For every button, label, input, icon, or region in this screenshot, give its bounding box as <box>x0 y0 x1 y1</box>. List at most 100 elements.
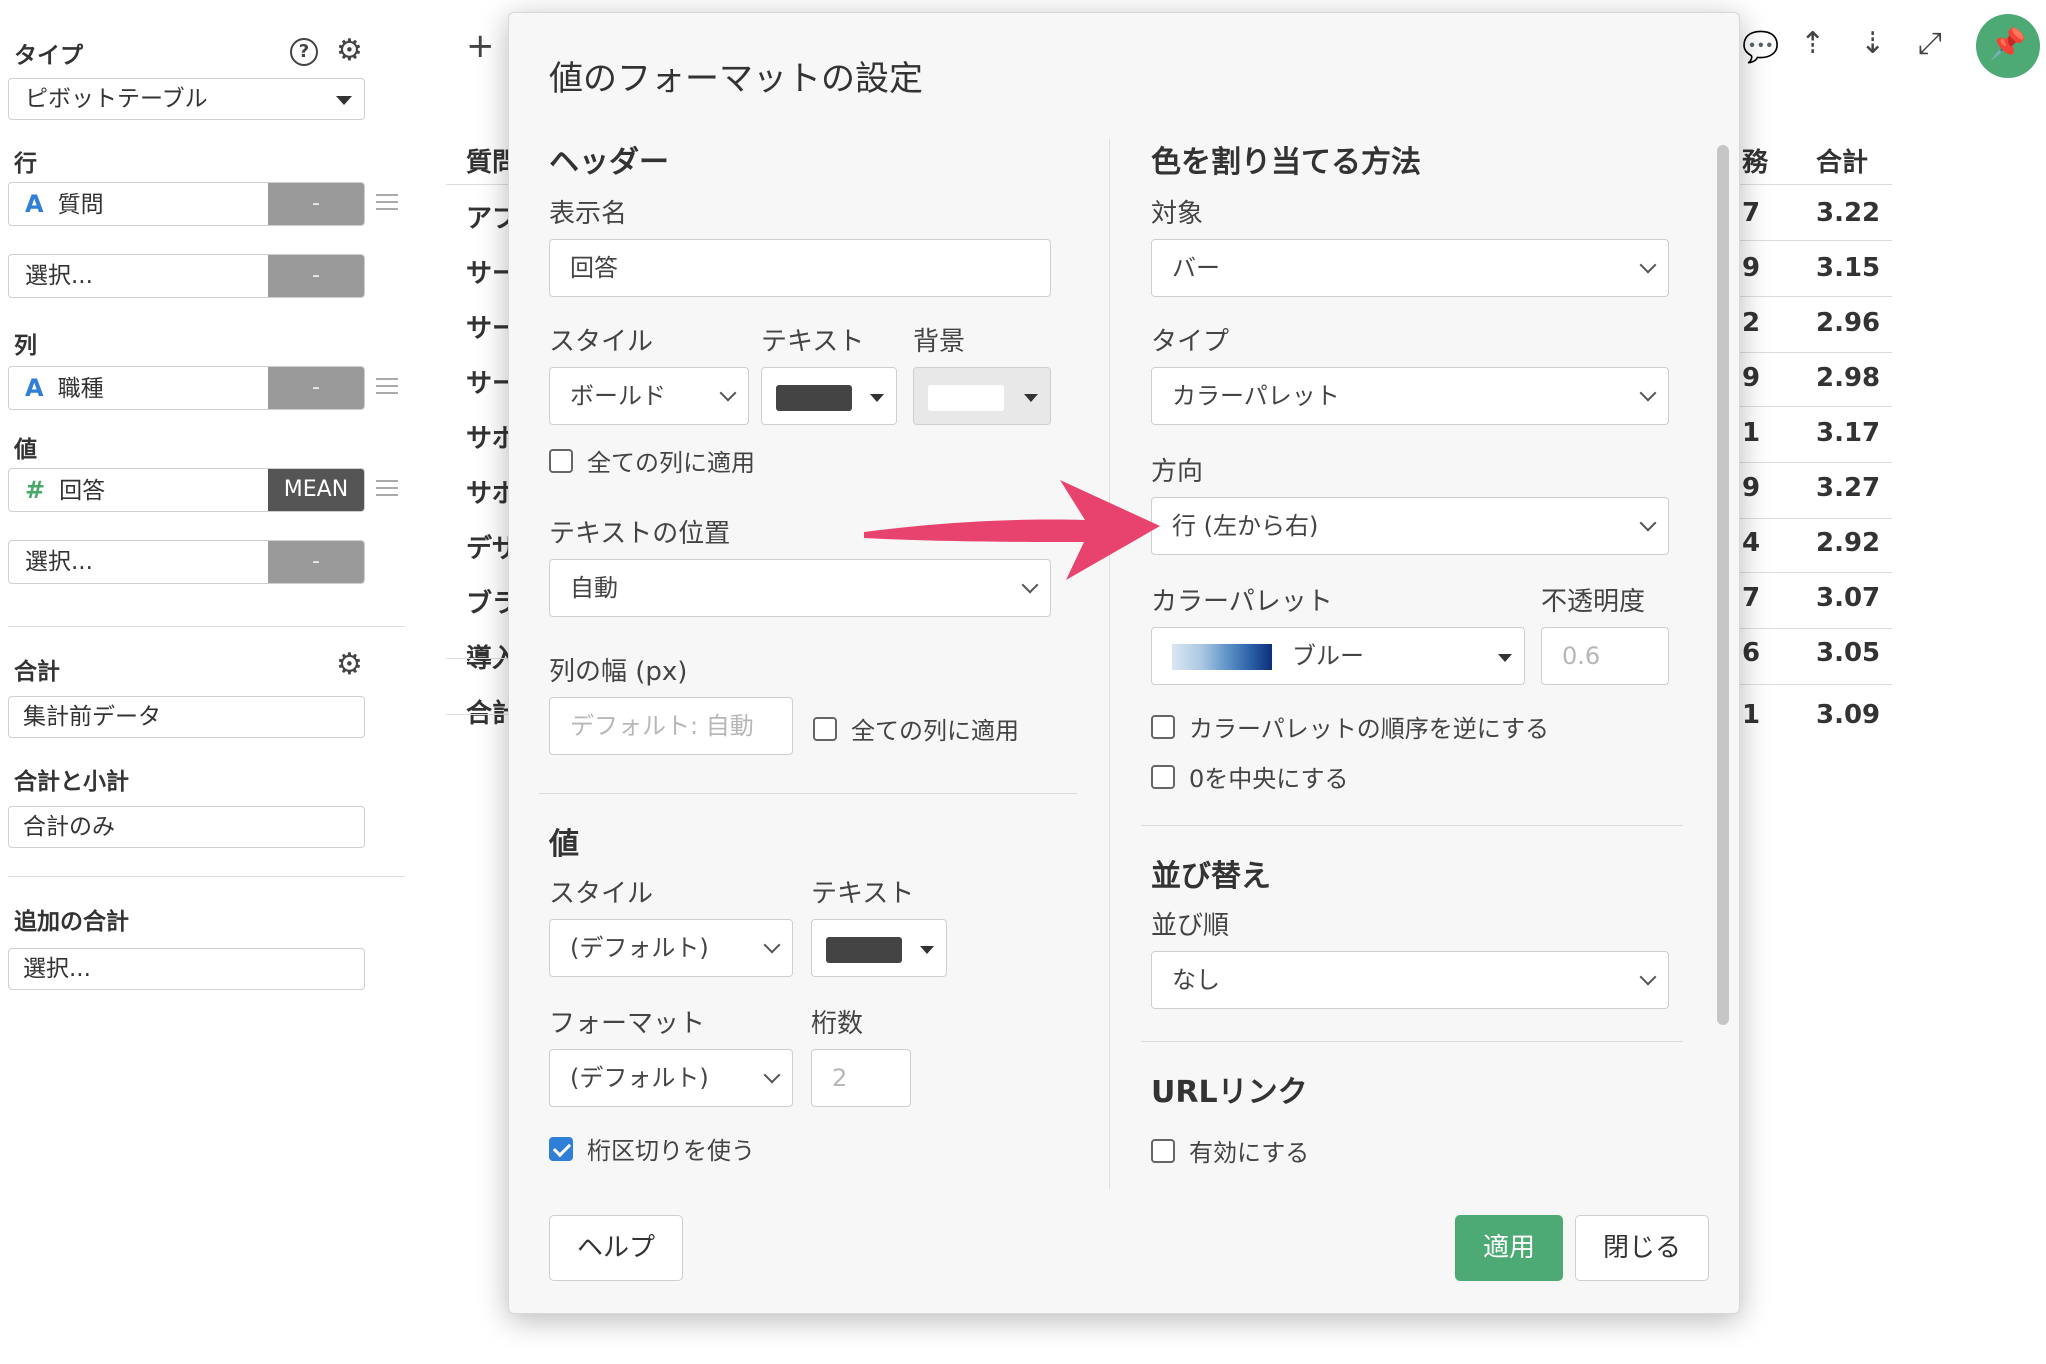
subtotal-select[interactable]: 合計のみ <box>8 806 365 848</box>
enable-url-label: 有効にする <box>1189 1139 1310 1167</box>
checkbox-box[interactable] <box>813 716 837 741</box>
row-select-placeholder: 選択... <box>25 263 93 289</box>
display-name-input[interactable]: 回答 <box>549 239 1051 297</box>
download-icon[interactable]: ⇣ <box>1860 26 1885 61</box>
drag-handle-icon[interactable] <box>376 378 398 399</box>
value-text-color-picker[interactable] <box>811 919 947 977</box>
number-type-icon: # <box>25 476 46 504</box>
close-button[interactable]: 閉じる <box>1575 1215 1709 1281</box>
extra-total-label: 追加の合計 <box>14 909 129 935</box>
checkbox-box[interactable] <box>549 448 573 473</box>
value-field-pill[interactable]: # 回答 MEAN <box>8 468 365 512</box>
value-select-pill[interactable]: 選択... - <box>8 540 365 584</box>
table-cell-total: 3.09 <box>1816 700 1881 730</box>
checkbox-box[interactable] <box>1151 714 1175 739</box>
reverse-palette-checkbox[interactable]: カラーパレットの順序を逆にする <box>1151 709 1549 744</box>
value-style-label: スタイル <box>549 879 654 909</box>
format-select[interactable]: (デフォルト) <box>549 1049 793 1107</box>
caret-down-icon <box>1498 654 1512 662</box>
annotation-arrow-icon <box>864 480 1160 580</box>
center-zero-checkbox[interactable]: 0を中央にする <box>1151 759 1349 794</box>
header-apply-all-checkbox[interactable]: 全ての列に適用 <box>549 443 755 478</box>
divider <box>8 626 405 627</box>
header-text-color-picker[interactable] <box>761 367 897 425</box>
table-rule <box>1736 240 1892 241</box>
table-cell-total: 3.05 <box>1816 638 1881 668</box>
extra-total-select[interactable]: 選択... <box>8 948 365 990</box>
chevron-down-icon <box>1639 968 1657 986</box>
drag-handle-icon[interactable] <box>376 480 398 501</box>
color-swatch <box>776 385 852 411</box>
drag-handle-icon[interactable] <box>376 194 398 215</box>
row-field-pill[interactable]: A 質問 - <box>8 182 365 226</box>
total-select[interactable]: 集計前データ <box>8 696 365 738</box>
value-select-placeholder: 選択... <box>25 549 93 575</box>
target-select[interactable]: バー <box>1151 239 1669 297</box>
palette-value: ブルー <box>1292 642 1364 670</box>
checkbox-box[interactable] <box>1151 1138 1175 1163</box>
sort-order-label: 並び順 <box>1151 911 1230 941</box>
column-divider <box>1109 139 1110 1189</box>
thousands-separator-checkbox[interactable]: 桁区切りを使う <box>549 1131 755 1166</box>
comment-icon[interactable]: 💬 <box>1742 30 1779 65</box>
column-field-pill[interactable]: A 職種 - <box>8 366 365 410</box>
gear-icon[interactable]: ⚙ <box>336 36 363 66</box>
dialog-scrollbar[interactable] <box>1717 145 1729 1025</box>
opacity-input[interactable]: 0.6 <box>1541 627 1669 685</box>
divider <box>539 793 1077 794</box>
color-swatch <box>826 937 902 963</box>
column-width-input[interactable]: デフォルト: 自動 <box>549 697 793 755</box>
color-type-select[interactable]: カラーパレット <box>1151 367 1669 425</box>
value-text-color-label: テキスト <box>811 879 915 909</box>
width-apply-all-checkbox[interactable]: 全ての列に適用 <box>813 711 1019 746</box>
row-select-pill[interactable]: 選択... - <box>8 254 365 298</box>
help-button[interactable]: ヘルプ <box>549 1215 683 1281</box>
chevron-down-icon <box>1639 256 1657 274</box>
chart-type-select[interactable]: ピボットテーブル <box>8 78 365 120</box>
header-apply-all-label: 全ての列に適用 <box>587 449 755 477</box>
row-select-button[interactable]: - <box>268 255 364 297</box>
table-cell-total: 3.15 <box>1816 253 1881 283</box>
total-label: 合計 <box>14 659 60 685</box>
gear-icon[interactable]: ⚙ <box>336 650 363 680</box>
digits-input[interactable]: 2 <box>811 1049 911 1107</box>
reverse-palette-label: カラーパレットの順序を逆にする <box>1189 715 1549 743</box>
table-cell-partial: 2 <box>1742 308 1761 338</box>
row-field-remove-button[interactable]: - <box>268 183 364 225</box>
color-type-value: カラーパレット <box>1172 382 1340 410</box>
help-icon[interactable]: ? <box>290 38 318 66</box>
chevron-down-icon <box>1639 384 1657 402</box>
checkbox-box[interactable] <box>1151 764 1175 789</box>
format-label: フォーマット <box>549 1009 706 1039</box>
header-style-select[interactable]: ボールド <box>549 367 749 425</box>
caret-down-icon <box>1024 394 1038 402</box>
table-rule <box>446 714 516 715</box>
aggregation-button[interactable]: MEAN <box>268 469 364 511</box>
palette-select[interactable]: ブルー <box>1151 627 1525 685</box>
value-style-select[interactable]: (デフォルト) <box>549 919 793 977</box>
table-header-total: 合計 <box>1816 148 1869 178</box>
value-field-name: 回答 <box>59 478 106 504</box>
direction-select[interactable]: 行 (左から右) <box>1151 497 1669 555</box>
expand-icon[interactable]: ⤢ <box>1918 26 1942 61</box>
center-zero-label: 0を中央にする <box>1189 765 1349 793</box>
chevron-down-icon <box>763 1066 781 1084</box>
header-bg-color-picker[interactable] <box>913 367 1051 425</box>
display-name-label: 表示名 <box>549 199 628 229</box>
add-plus-icon[interactable]: + <box>466 26 495 66</box>
enable-url-checkbox[interactable]: 有効にする <box>1151 1133 1309 1168</box>
upload-icon[interactable]: ⇡ <box>1800 26 1825 61</box>
pin-icon[interactable]: 📌 <box>1976 14 2040 78</box>
value-select-button[interactable]: - <box>268 541 364 583</box>
sort-section-title: 並び替え <box>1151 859 1271 894</box>
sort-order-select[interactable]: なし <box>1151 951 1669 1009</box>
table-cell-total: 3.22 <box>1816 198 1881 228</box>
table-cell-partial: 9 <box>1742 473 1761 503</box>
table-cell-partial: 7 <box>1742 198 1761 228</box>
checkbox-box-checked[interactable] <box>549 1136 573 1161</box>
table-cell-partial: 1 <box>1742 418 1761 448</box>
table-rule <box>1736 406 1892 407</box>
column-field-remove-button[interactable]: - <box>268 367 364 409</box>
chevron-down-icon <box>719 384 737 402</box>
apply-button[interactable]: 適用 <box>1455 1215 1563 1281</box>
